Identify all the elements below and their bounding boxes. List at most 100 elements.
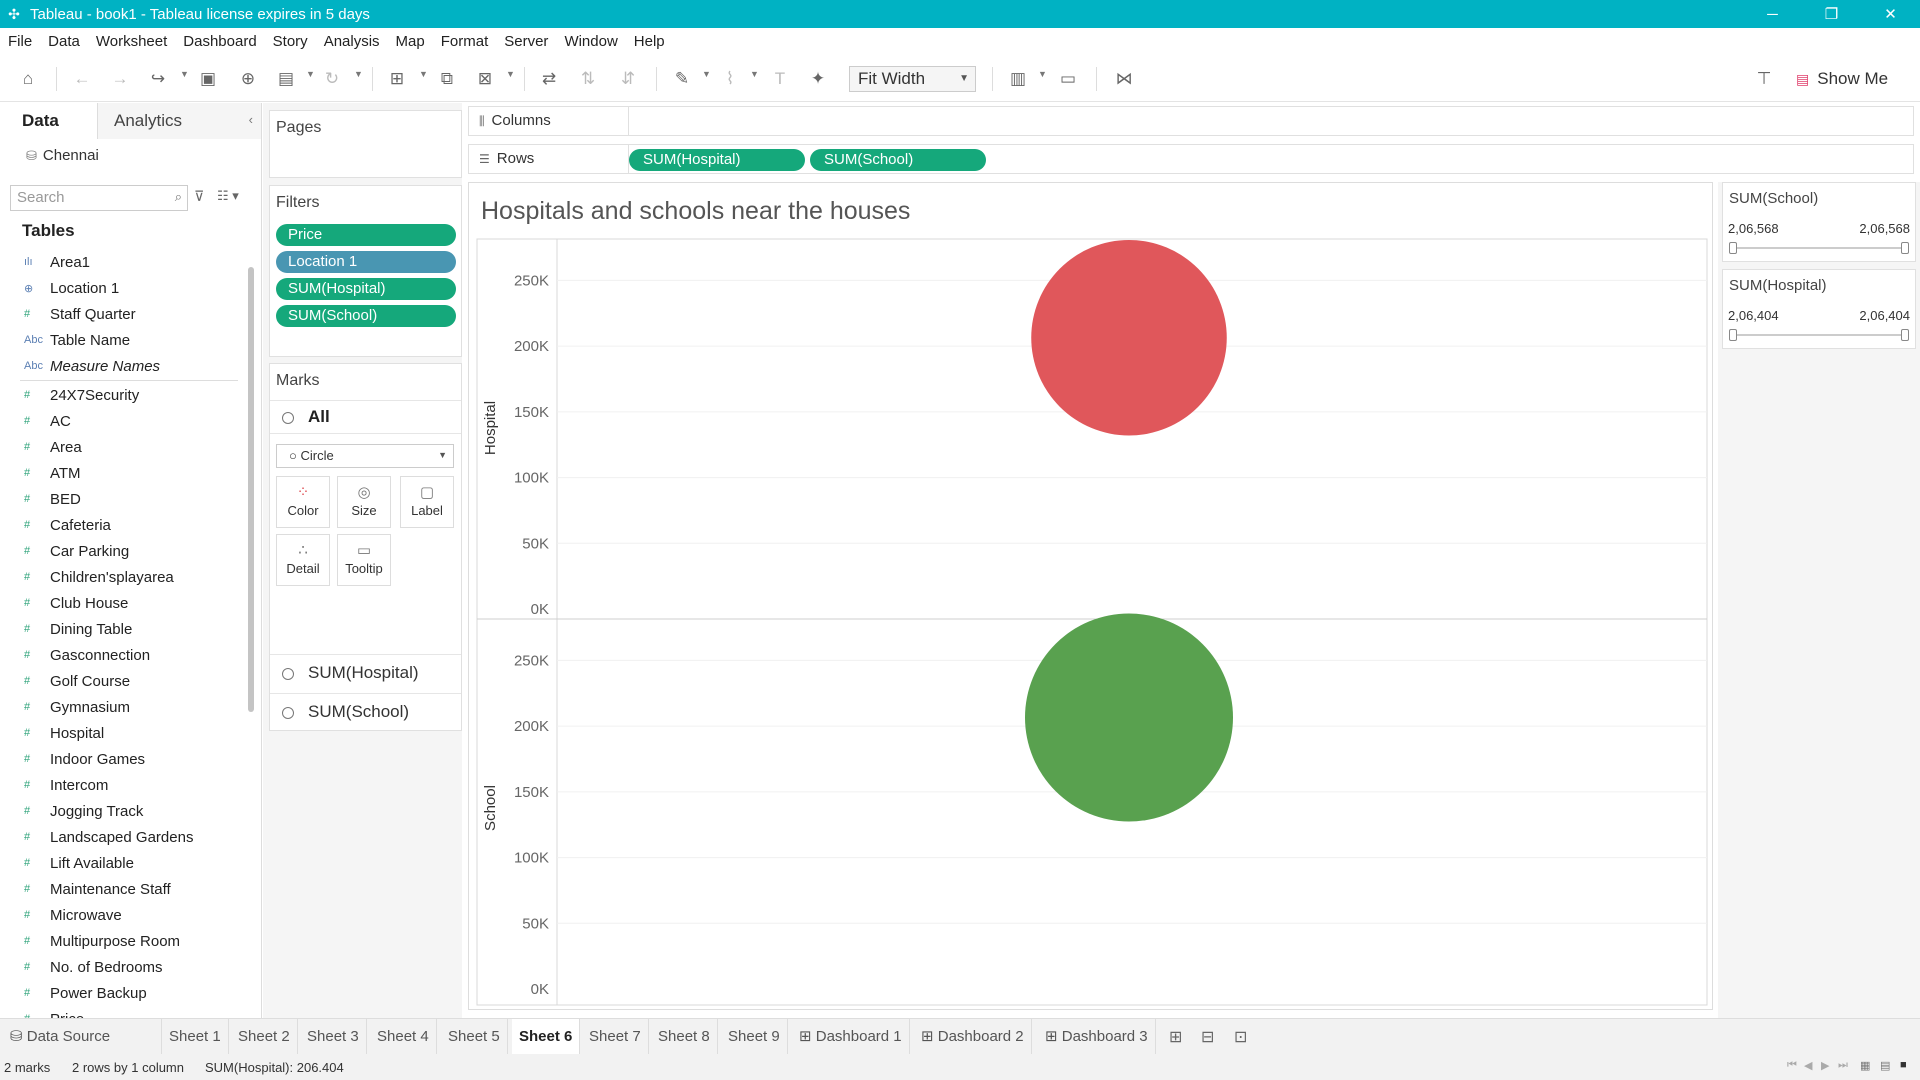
field-item[interactable]: # No. of Bedrooms: [0, 954, 240, 980]
field-item[interactable]: ılı Area1: [0, 249, 240, 275]
list-view-icon[interactable]: ▤: [1880, 1059, 1890, 1072]
field-item[interactable]: # Microwave: [0, 902, 240, 928]
share-icon[interactable]: ⋈: [1112, 67, 1136, 91]
pause-dropdown-icon[interactable]: ▼: [306, 69, 315, 79]
sort-ascending-icon[interactable]: ⇅: [576, 67, 600, 91]
menu-dashboard[interactable]: Dashboard: [175, 33, 264, 50]
tab-sheet-4[interactable]: Sheet 4: [370, 1019, 437, 1055]
field-item[interactable]: # Landscaped Gardens: [0, 824, 240, 850]
field-item[interactable]: # Power Backup: [0, 980, 240, 1006]
field-item[interactable]: # Lift Available: [0, 850, 240, 876]
menu-help[interactable]: Help: [626, 33, 673, 50]
tab-data-source[interactable]: ⛁ Data Source: [0, 1019, 162, 1055]
field-item[interactable]: # Intercom: [0, 772, 240, 798]
show-me-button[interactable]: ▤ Show Me: [1796, 67, 1888, 91]
filter-pill-school[interactable]: SUM(School): [276, 305, 456, 327]
range-slider[interactable]: [1729, 242, 1909, 254]
legend-hospital[interactable]: SUM(Hospital) 2,06,404 2,06,404: [1722, 269, 1916, 349]
radio-all[interactable]: [282, 412, 294, 424]
close-button[interactable]: ✕: [1861, 0, 1920, 28]
refresh-dropdown-icon[interactable]: ▼: [354, 69, 363, 79]
range-slider[interactable]: [1729, 329, 1909, 341]
swap-rows-columns-icon[interactable]: ⇄: [537, 67, 561, 91]
pages-card[interactable]: Pages: [269, 110, 462, 178]
menu-worksheet[interactable]: Worksheet: [88, 33, 175, 50]
slider-max-handle[interactable]: [1901, 242, 1909, 254]
field-item[interactable]: # Jogging Track: [0, 798, 240, 824]
tab-sheet-8[interactable]: Sheet 8: [651, 1019, 718, 1055]
new-worksheet-dropdown-icon[interactable]: ▼: [419, 69, 428, 79]
show-cards-dropdown-icon[interactable]: ▼: [1038, 69, 1047, 79]
tab-dashboard-1[interactable]: ⊞ Dashboard 1: [792, 1019, 910, 1055]
replay-dropdown-icon[interactable]: ▼: [180, 69, 189, 79]
new-datasource-icon[interactable]: ⊕: [236, 67, 260, 91]
highlight-icon[interactable]: ✎: [670, 67, 694, 91]
highlight-dropdown-icon[interactable]: ▼: [702, 69, 711, 79]
save-icon[interactable]: ▣: [196, 67, 220, 91]
search-input[interactable]: Search ⌕: [10, 185, 188, 211]
new-dashboard-icon[interactable]: ⊟: [1201, 1027, 1214, 1047]
field-item[interactable]: # Cafeteria: [0, 512, 240, 538]
last-page-icon[interactable]: ⏭: [1838, 1059, 1848, 1072]
marks-all-tab[interactable]: All: [270, 400, 461, 434]
menu-server[interactable]: Server: [496, 33, 556, 50]
field-item[interactable]: # Multipurpose Room: [0, 928, 240, 954]
minimize-button[interactable]: ─: [1743, 0, 1802, 28]
redo-icon[interactable]: →: [108, 67, 132, 91]
tab-sheet-5[interactable]: Sheet 5: [441, 1019, 508, 1055]
menu-file[interactable]: File: [0, 33, 40, 50]
tab-analytics[interactable]: Analytics: [97, 103, 261, 139]
home-icon[interactable]: ⌂: [16, 67, 40, 91]
y-axis-title[interactable]: Hospital: [482, 401, 499, 455]
first-page-icon[interactable]: ⏮: [1787, 1059, 1797, 1072]
slider-min-handle[interactable]: [1729, 242, 1737, 254]
detail-button[interactable]: ∴ Detail: [276, 534, 330, 586]
tab-sheet-7[interactable]: Sheet 7: [582, 1019, 649, 1055]
y-axis-title[interactable]: School: [482, 785, 499, 831]
rows-pill-hospital[interactable]: SUM(Hospital): [629, 149, 805, 171]
menu-data[interactable]: Data: [40, 33, 88, 50]
label-button[interactable]: ▢ Label: [400, 476, 454, 528]
filter-pill-hospital[interactable]: SUM(Hospital): [276, 278, 456, 300]
marks-measure-school[interactable]: SUM(School): [270, 693, 461, 729]
sort-descending-icon[interactable]: ⇵: [616, 67, 640, 91]
field-item[interactable]: # AC: [0, 408, 240, 434]
tab-sheet-1[interactable]: Sheet 1: [162, 1019, 229, 1055]
menu-format[interactable]: Format: [433, 33, 497, 50]
field-item[interactable]: #Price: [0, 1006, 240, 1019]
duplicate-icon[interactable]: ⧉: [435, 67, 459, 91]
field-item[interactable]: ⊕ Location 1: [0, 275, 240, 301]
tab-sheet-6[interactable]: Sheet 6: [512, 1019, 581, 1055]
mark-type-dropdown[interactable]: ○ Circle ▼: [276, 444, 454, 468]
refresh-icon[interactable]: ↻: [320, 67, 344, 91]
tab-sheet-3[interactable]: Sheet 3: [300, 1019, 367, 1055]
field-item[interactable]: # Car Parking: [0, 538, 240, 564]
field-item[interactable]: # ATM: [0, 460, 240, 486]
data-point-school[interactable]: [1025, 613, 1233, 822]
filter-pill-price[interactable]: Price: [276, 224, 456, 246]
filter-icon[interactable]: ⊽: [194, 188, 204, 205]
view-options-icon[interactable]: ☷ ▾: [217, 188, 239, 204]
grid-view-icon[interactable]: ▦: [1860, 1059, 1870, 1072]
field-item[interactable]: # Hospital: [0, 720, 240, 746]
radio-school[interactable]: [282, 707, 294, 719]
data-pane-scrollbar[interactable]: [248, 267, 254, 712]
tab-sheet-9[interactable]: Sheet 9: [721, 1019, 788, 1055]
field-item[interactable]: # Staff Quarter: [0, 301, 240, 327]
tab-dashboard-3[interactable]: ⊞ Dashboard 3: [1038, 1019, 1156, 1055]
rows-pill-school[interactable]: SUM(School): [810, 149, 986, 171]
legend-school[interactable]: SUM(School) 2,06,568 2,06,568: [1722, 182, 1916, 262]
field-item[interactable]: # Area: [0, 434, 240, 460]
replay-icon[interactable]: ↪: [146, 67, 170, 91]
field-item[interactable]: # Dining Table: [0, 616, 240, 642]
filter-pill-location[interactable]: Location 1: [276, 251, 456, 273]
presentation-mode-icon[interactable]: ▭: [1056, 67, 1080, 91]
field-item[interactable]: # Children'splayarea: [0, 564, 240, 590]
field-item[interactable]: #24X7Security: [0, 382, 240, 408]
datasource-item[interactable]: ⛁ Chennai: [26, 147, 99, 164]
restore-button[interactable]: ❐: [1802, 0, 1861, 28]
field-item[interactable]: # Club House: [0, 590, 240, 616]
filters-card[interactable]: Filters Price Location 1 SUM(Hospital) S…: [269, 185, 462, 357]
fix-axes-icon[interactable]: ✦: [806, 67, 830, 91]
menu-story[interactable]: Story: [265, 33, 316, 50]
